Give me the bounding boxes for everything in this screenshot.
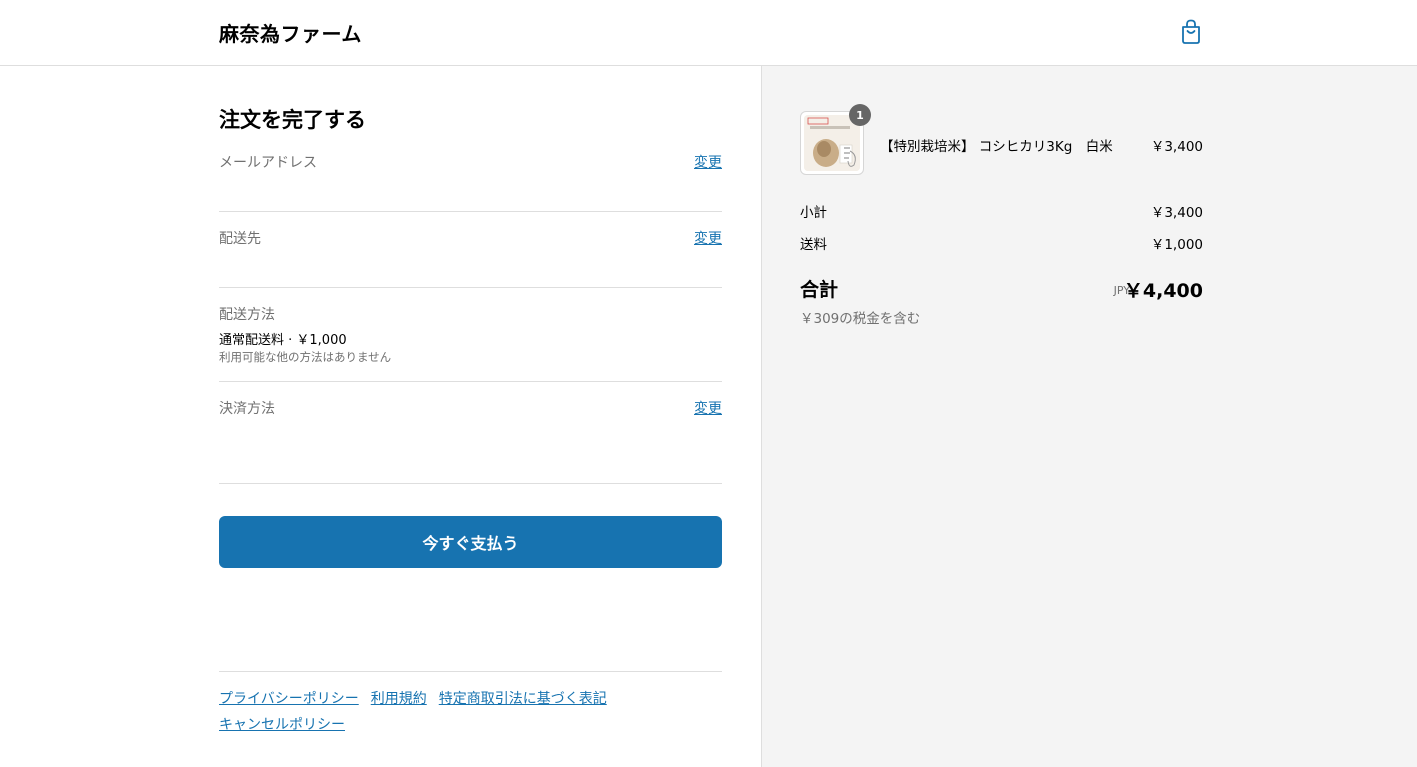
rice-bag-image bbox=[804, 115, 860, 171]
terms-link[interactable]: 利用規約 bbox=[371, 691, 427, 707]
divider bbox=[219, 287, 722, 288]
legal-notice-link[interactable]: 特定商取引法に基づく表記 bbox=[439, 691, 607, 707]
footer-divider bbox=[219, 671, 722, 672]
site-header: 麻奈為ファーム bbox=[0, 0, 1417, 66]
shipping-fee-label: 送料 bbox=[800, 237, 827, 253]
divider bbox=[219, 483, 722, 484]
product-thumbnail: 1 bbox=[800, 104, 871, 175]
total-value: ￥4,400 bbox=[1123, 280, 1203, 302]
shipping-method-note: 利用可能な他の方法はありません bbox=[219, 350, 392, 364]
email-label: メールアドレス bbox=[219, 155, 317, 171]
order-summary: 1 【特別栽培米】 コシヒカリ3Kg 白米 ￥3,400 小計 ￥3,400 送… bbox=[761, 66, 1417, 767]
shipping-method-section: 配送方法 通常配送料 · ￥1,000 利用可能な他の方法はありません bbox=[219, 304, 722, 374]
divider bbox=[219, 211, 722, 212]
subtotal-label: 小計 bbox=[800, 205, 827, 221]
shipping-fee-value: ￥1,000 bbox=[1150, 237, 1203, 253]
product-name: 【特別栽培米】 コシヒカリ3Kg 白米 bbox=[880, 139, 1113, 155]
shipping-address-label: 配送先 bbox=[219, 231, 261, 247]
page-title: 注文を完了する bbox=[219, 108, 366, 132]
total-label: 合計 bbox=[800, 279, 839, 301]
tax-note: ￥309の税金を含む bbox=[800, 311, 921, 327]
pay-now-button[interactable]: 今すぐ支払う bbox=[219, 516, 722, 568]
payment-method-change-link[interactable]: 変更 bbox=[694, 398, 722, 418]
cancel-policy-link[interactable]: キャンセルポリシー bbox=[219, 717, 345, 733]
privacy-policy-link[interactable]: プライバシーポリシー bbox=[219, 691, 359, 707]
subtotal-value: ￥3,400 bbox=[1150, 205, 1203, 221]
shipping-method-value: 通常配送料 · ￥1,000 bbox=[219, 333, 347, 348]
product-price: ￥3,400 bbox=[1150, 139, 1203, 155]
email-change-link[interactable]: 変更 bbox=[694, 152, 722, 172]
shipping-method-label: 配送方法 bbox=[219, 307, 275, 323]
shipping-address-section: 配送先 変更 bbox=[219, 228, 722, 258]
checkout-main: 注文を完了する メールアドレス 変更 配送先 変更 配送方法 通常配送料 · ￥… bbox=[0, 66, 761, 767]
email-section: メールアドレス 変更 bbox=[219, 152, 722, 182]
divider bbox=[219, 381, 722, 382]
quantity-badge: 1 bbox=[849, 104, 871, 126]
shop-name[interactable]: 麻奈為ファーム bbox=[219, 18, 362, 47]
payment-method-label: 決済方法 bbox=[219, 401, 275, 417]
shipping-address-change-link[interactable]: 変更 bbox=[694, 228, 722, 248]
shopping-bag-icon[interactable] bbox=[1179, 19, 1203, 45]
payment-method-section: 決済方法 変更 bbox=[219, 398, 722, 428]
footer-links: プライバシーポリシー 利用規約 特定商取引法に基づく表記 キャンセルポリシー bbox=[219, 686, 722, 738]
